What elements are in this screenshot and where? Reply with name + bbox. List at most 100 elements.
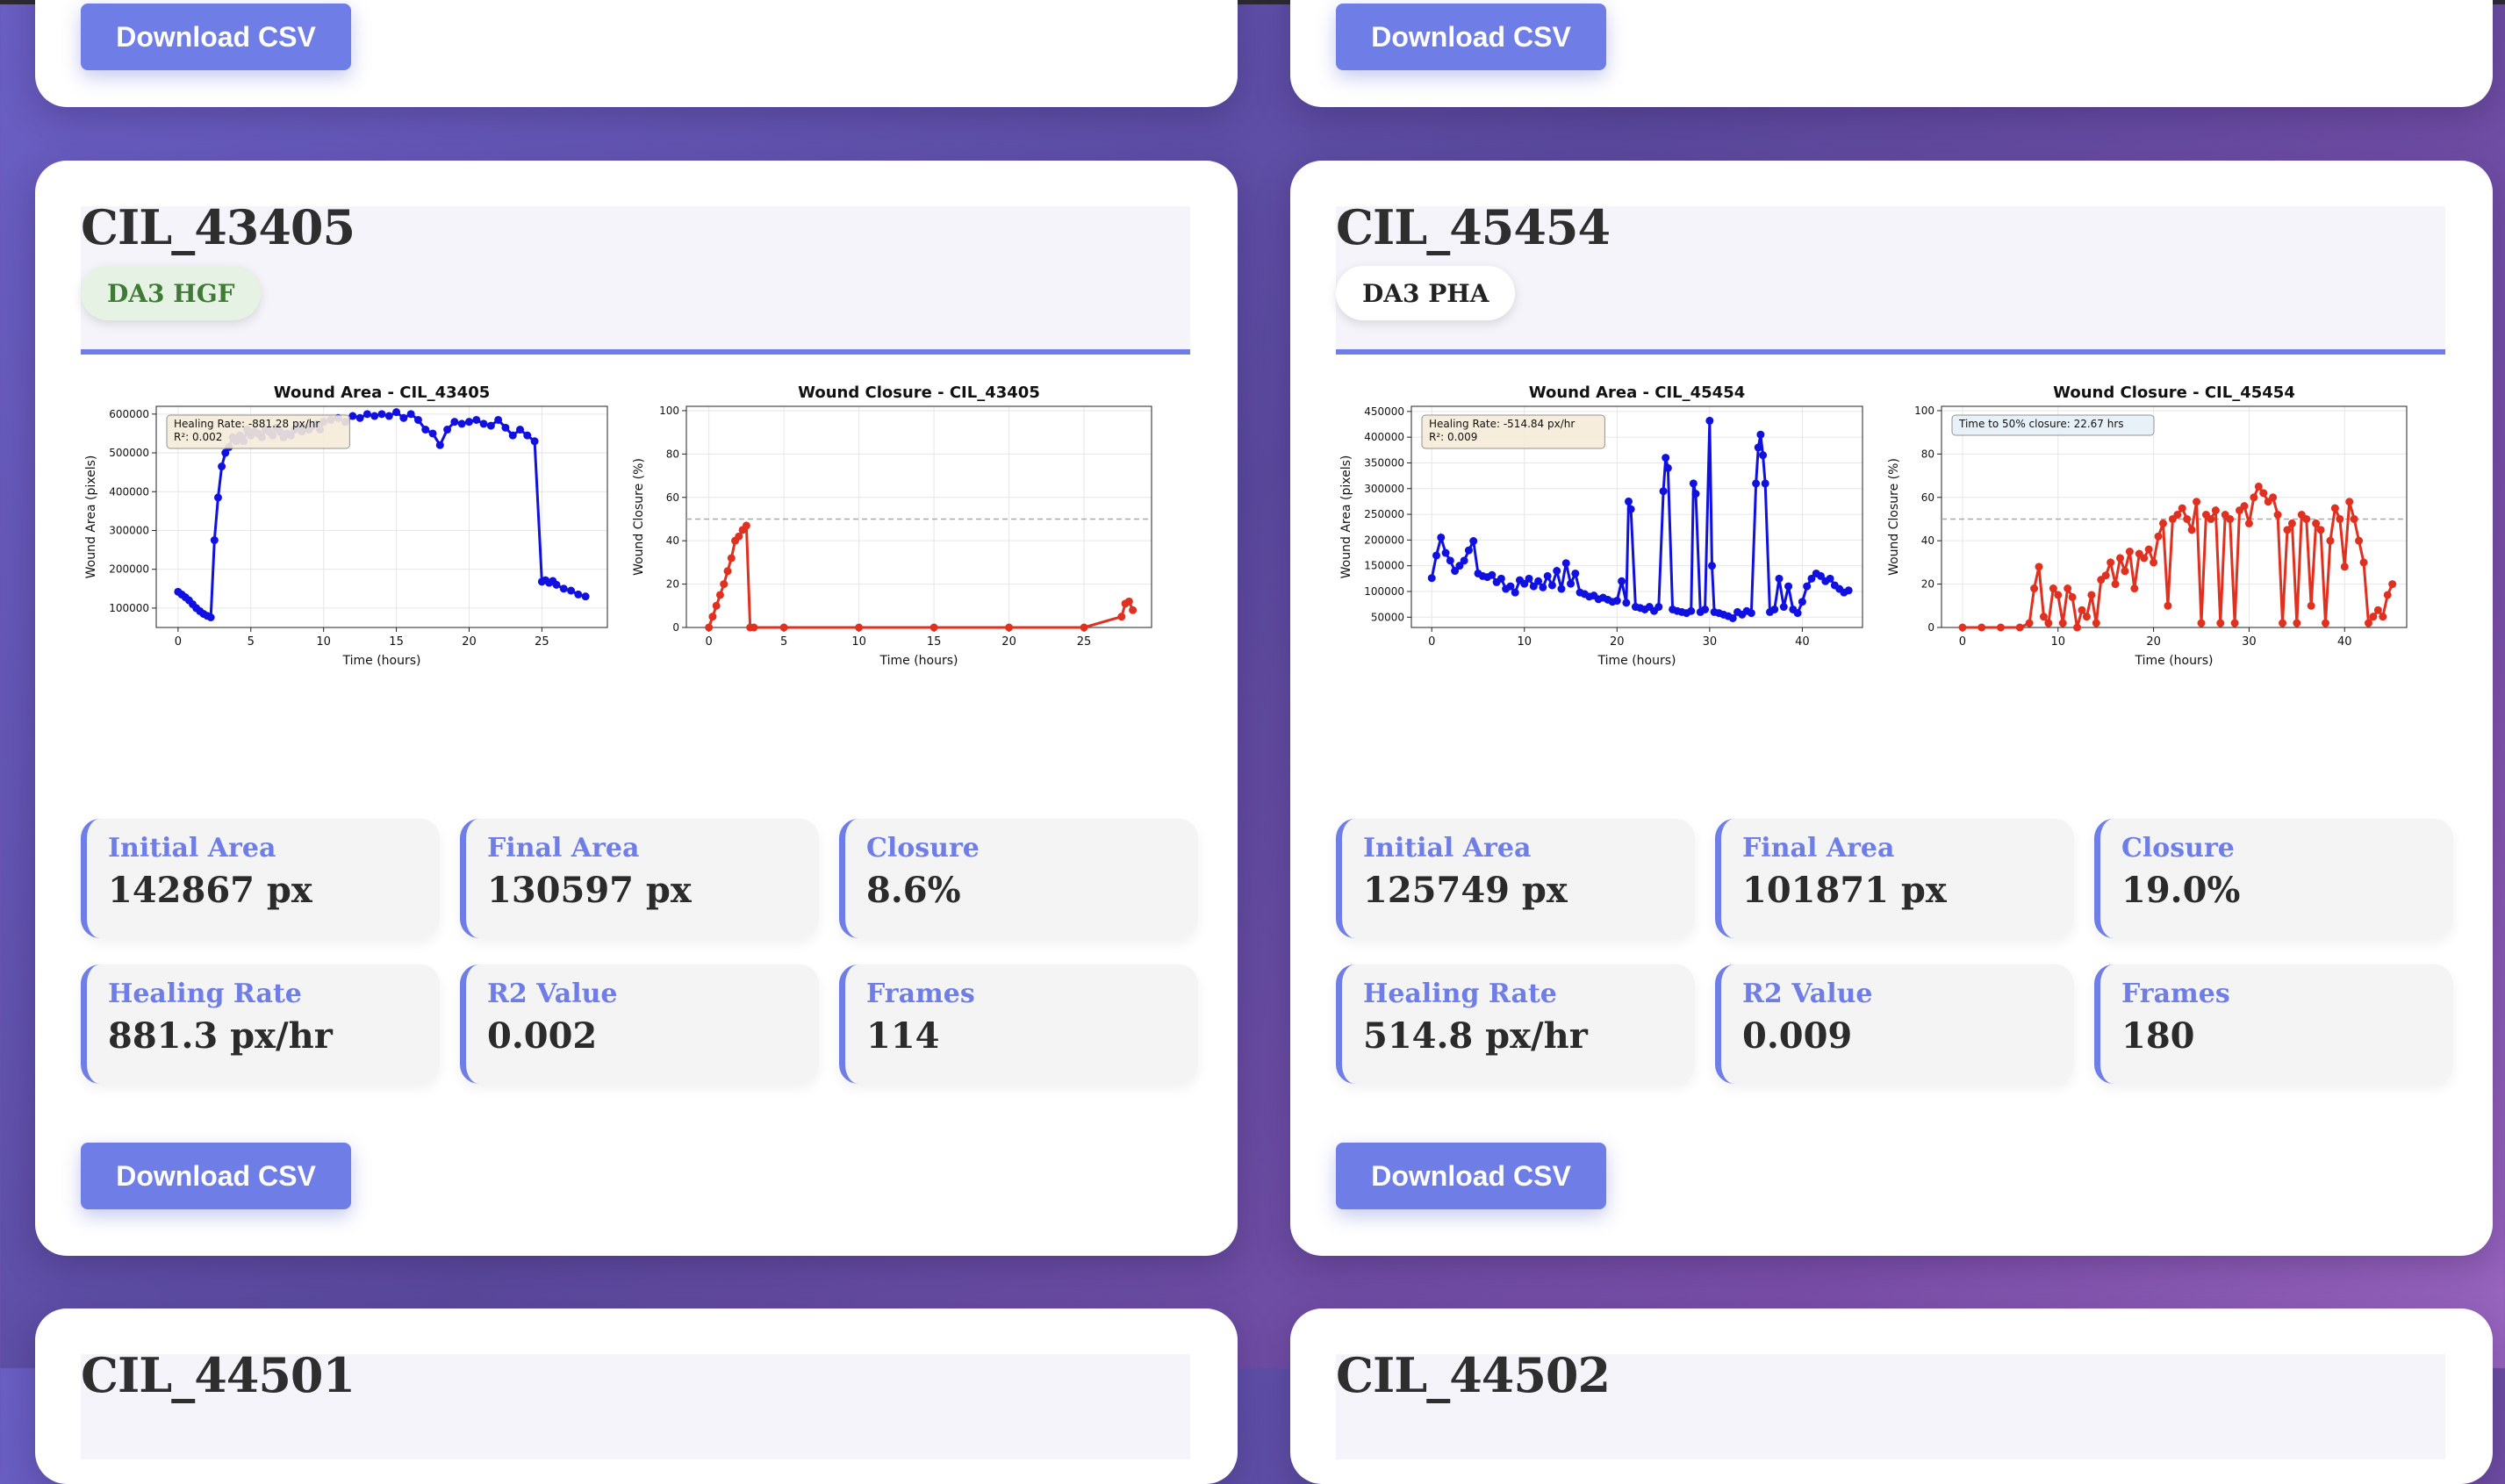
y-tick-label: 200000	[1364, 534, 1404, 546]
card-header: CIL_43405 DA3 HGF	[81, 199, 1190, 355]
card-previous-left: Download CSV	[35, 0, 1238, 107]
data-point	[2125, 548, 2134, 556]
x-tick-label: 20	[2146, 635, 2161, 649]
download-csv-button[interactable]: Download CSV	[1336, 1143, 1606, 1209]
data-point	[855, 623, 864, 632]
annotation-text: R²: 0.002	[174, 431, 222, 443]
card-title: CIL_44502	[1336, 1347, 1611, 1403]
y-tick-label: 300000	[109, 524, 149, 536]
data-point	[1689, 479, 1698, 488]
data-point	[2359, 558, 2368, 567]
data-point	[2207, 514, 2215, 523]
x-tick-label: 10	[851, 635, 866, 649]
annotation-text: Time to 50% closure: 22.67 hrs	[1958, 418, 2124, 430]
data-point	[2240, 502, 2249, 511]
result-card: CIL_43405 DA3 HGF Wound Area - CIL_43405…	[35, 161, 1238, 1256]
data-point	[2107, 558, 2115, 567]
data-point	[2058, 619, 2067, 627]
stat-label: Final Area	[487, 833, 640, 864]
data-point	[2326, 536, 2335, 545]
data-point	[1752, 479, 1761, 488]
data-point	[2273, 511, 2282, 520]
data-point	[581, 592, 590, 601]
y-tick-label: 250000	[1364, 508, 1404, 520]
data-point	[1446, 556, 1454, 565]
data-point	[2111, 580, 2120, 589]
data-point	[1759, 451, 1768, 460]
data-point	[355, 413, 364, 422]
data-point	[1654, 603, 1663, 612]
data-point	[727, 554, 736, 563]
data-point	[413, 415, 422, 424]
plot-frame	[685, 405, 1152, 628]
data-point	[1779, 603, 1788, 612]
stat-closure: Closure 19.0%	[2094, 819, 2453, 938]
stat-value: 130597 px	[487, 870, 692, 911]
data-point	[2279, 619, 2287, 627]
data-point	[2130, 584, 2139, 593]
data-point	[2345, 498, 2354, 506]
data-point	[2293, 619, 2301, 627]
data-point	[2211, 506, 2220, 515]
data-point	[472, 415, 481, 424]
data-point	[435, 441, 444, 449]
data-point	[2150, 558, 2158, 567]
y-tick-label: 200000	[109, 563, 149, 576]
data-point	[2039, 613, 2048, 621]
stat-closure: Closure 8.6%	[839, 819, 1198, 938]
y-tick-label: 400000	[1364, 431, 1404, 443]
data-point	[2383, 591, 2392, 599]
x-tick-label: 25	[1077, 635, 1092, 649]
y-axis-label: Wound Area (pixels)	[1339, 455, 1353, 579]
data-point	[2101, 571, 2110, 580]
y-tick-label: 60	[1921, 491, 1934, 504]
data-point	[2388, 580, 2397, 589]
data-point	[1124, 597, 1133, 606]
y-tick-label: 60	[666, 491, 679, 504]
y-tick-label: 0	[672, 621, 679, 634]
data-point	[501, 423, 510, 432]
data-point	[2068, 592, 2077, 601]
data-point	[2030, 584, 2039, 593]
data-point	[1469, 537, 1478, 546]
stat-value: 0.009	[1742, 1015, 1853, 1057]
annotation-text: Healing Rate: -514.84 px/hr	[1429, 418, 1575, 430]
data-point	[210, 536, 219, 545]
x-axis-label: Time (hours)	[1597, 654, 1676, 668]
x-tick-label: 30	[2242, 635, 2257, 649]
stat-initial-area: Initial Area 125749 px	[1336, 819, 1695, 938]
x-axis-label: Time (hours)	[2135, 654, 2214, 668]
data-point	[1784, 582, 1793, 591]
download-csv-button[interactable]: Download CSV	[81, 4, 351, 70]
card-header: CIL_44502	[1336, 1347, 2445, 1459]
y-tick-label: 50000	[1371, 611, 1404, 623]
stat-value: 8.6%	[866, 870, 961, 911]
x-tick-label: 20	[1001, 635, 1016, 649]
data-point	[2015, 623, 2024, 632]
data-point	[2330, 504, 2339, 513]
data-point	[930, 623, 938, 632]
data-point	[2226, 514, 2235, 523]
data-point	[1441, 548, 1450, 557]
x-axis-label: Time (hours)	[342, 654, 421, 668]
data-point	[2073, 623, 2082, 632]
data-point	[2049, 584, 2057, 593]
x-tick-label: 0	[1959, 635, 1966, 649]
data-point	[2054, 591, 2063, 599]
data-point	[2158, 519, 2167, 527]
data-point	[2259, 489, 2268, 498]
data-point	[362, 410, 371, 419]
data-point	[479, 419, 488, 428]
x-tick-label: 15	[927, 635, 942, 649]
data-point	[552, 580, 561, 589]
stat-value: 19.0%	[2121, 870, 2241, 911]
data-point	[2087, 591, 2096, 599]
download-csv-button[interactable]: Download CSV	[81, 1143, 351, 1209]
x-tick-label: 10	[1517, 635, 1532, 649]
x-tick-label: 40	[1795, 635, 1810, 649]
y-axis-label: Wound Closure (%)	[632, 458, 646, 576]
data-point	[377, 410, 386, 419]
data-point	[2193, 498, 2201, 506]
download-csv-button[interactable]: Download CSV	[1336, 4, 1606, 70]
data-point	[1525, 574, 1533, 583]
